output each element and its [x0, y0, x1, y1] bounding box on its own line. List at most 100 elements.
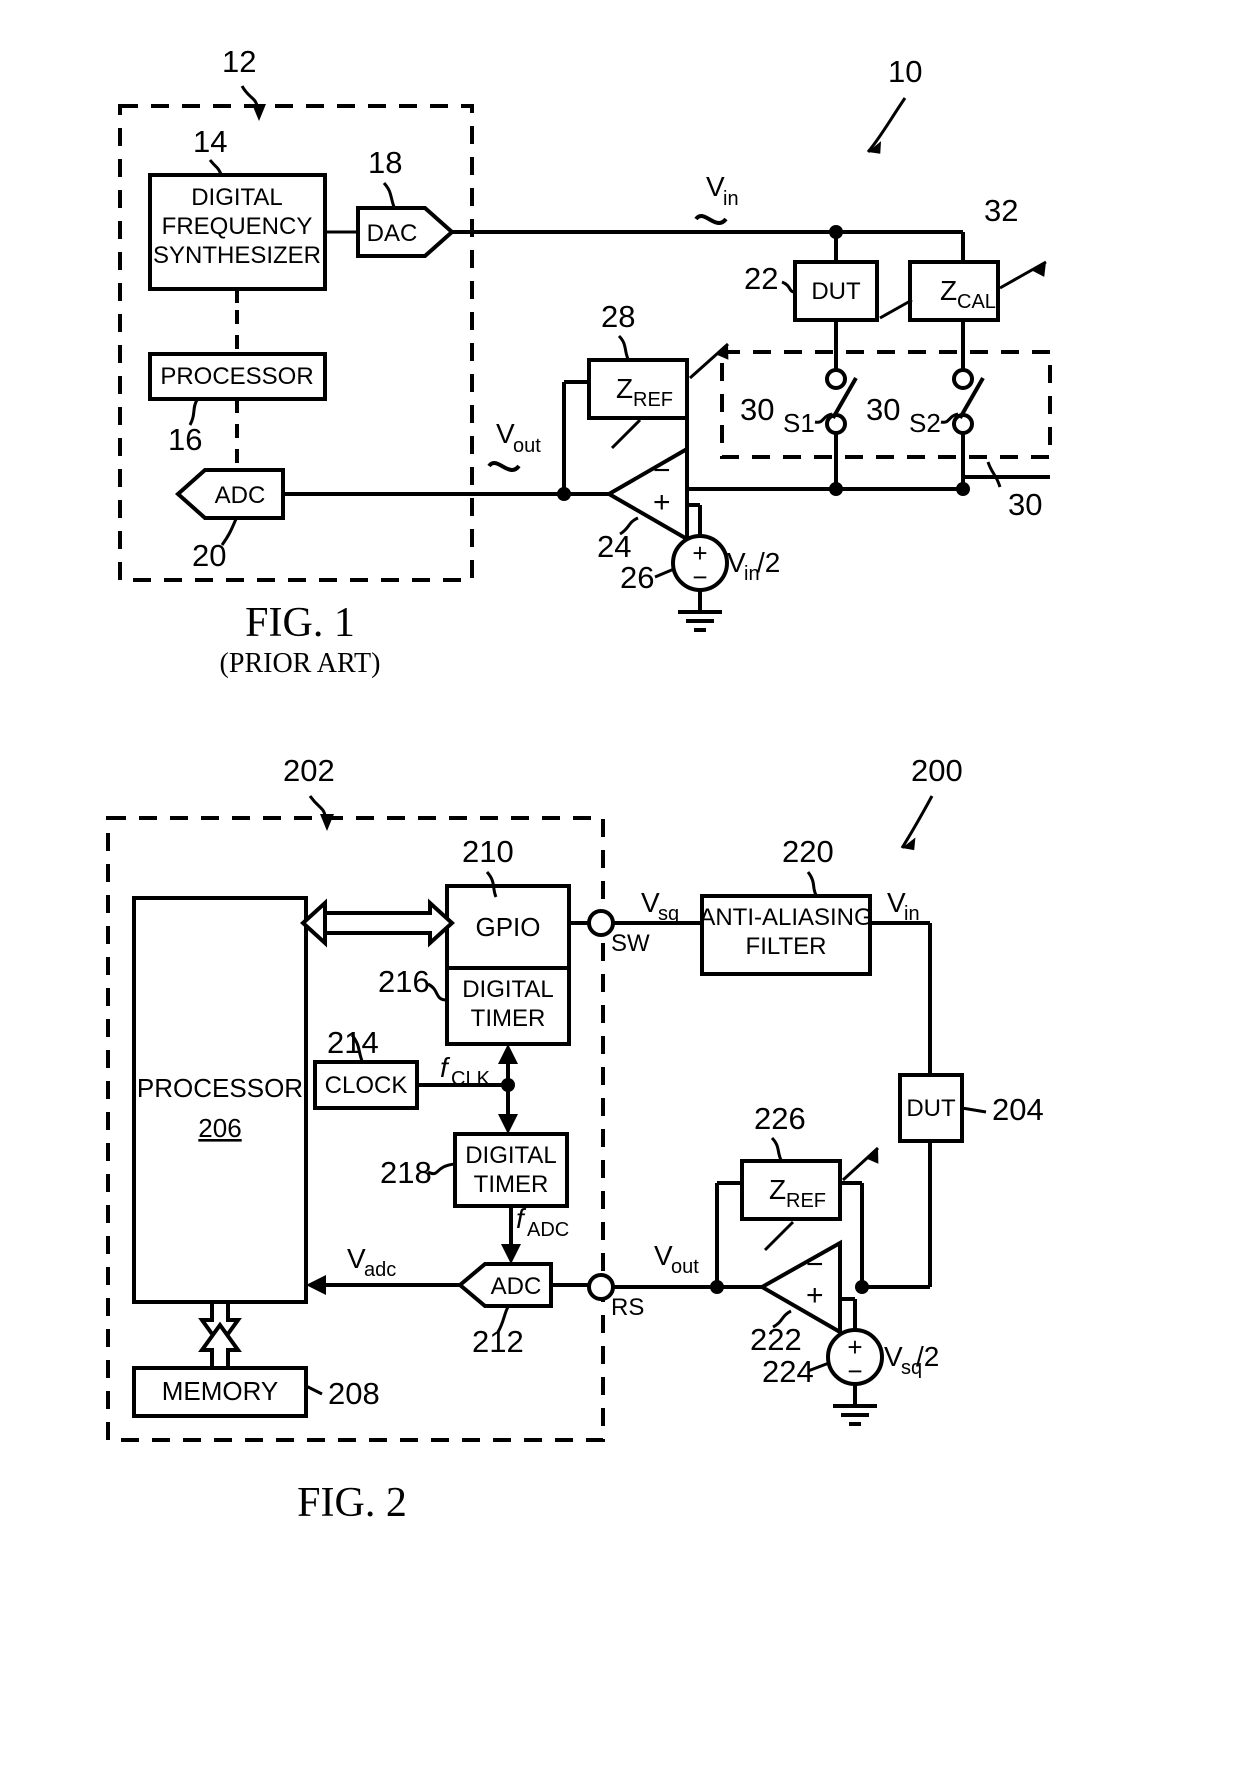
fig2-timer218-label-1: DIGITAL [465, 1142, 557, 1169]
fig1-zref-leader2 [610, 418, 642, 450]
fig1-source-suffix: /2 [757, 547, 780, 578]
fig2-opamp [757, 1239, 842, 1336]
fig1-s2-ref: 30 [866, 392, 900, 427]
fig1-source-minus: − [692, 562, 707, 592]
fig2-source-ref: 224 [762, 1354, 814, 1389]
fig2-proc-gpio-arrow-right [323, 898, 455, 948]
fig1-dut-ref: 22 [744, 261, 778, 296]
fig2-sw-terminal[interactable] [587, 909, 615, 937]
fig1-zcal-leader [879, 298, 913, 320]
fig2-fadc-arrowhead [501, 1244, 521, 1264]
fig2-zref-sub: REF [786, 1190, 826, 1212]
fig1-s1-bottom-terminal[interactable] [825, 413, 847, 435]
fig1-zref-label: Z [616, 373, 633, 404]
fig1-processor-ref: 16 [168, 422, 202, 457]
fig1-adc-leader [220, 518, 238, 546]
fig1-zcal-arrow-line [999, 260, 1047, 290]
fig2-processor-ref: 206 [198, 1113, 241, 1143]
fig1-s2-top-terminal[interactable] [952, 368, 974, 390]
fig1-node-bottom-1 [829, 482, 843, 496]
fig1-subcaption: (PRIOR ART) [220, 648, 381, 679]
fig2-system-leader [900, 795, 934, 849]
fig2-memory-label: MEMORY [162, 1376, 279, 1406]
fig1-switchbank-leader [986, 461, 1002, 488]
fig1-s1-top-terminal[interactable] [825, 368, 847, 390]
fig2-vout-sub: out [671, 1256, 699, 1278]
fig2-zref-label: Z [769, 1174, 786, 1205]
fig1-s2-bottom-terminal[interactable] [952, 413, 974, 435]
fig2-caption: FIG. 2 [297, 1480, 407, 1526]
fig1-node-bottom-2 [956, 482, 970, 496]
fig2-memory-leader [305, 1384, 323, 1396]
fig1-zcal-ref: 32 [984, 193, 1018, 228]
fig2-vadc-sub: adc [364, 1259, 396, 1281]
fig2-source-minus: − [847, 1356, 862, 1386]
fig1-dfs-label-3: SYNTHESIZER [153, 242, 321, 269]
fig1-zcal-arrowhead [1032, 262, 1046, 277]
fig2-timer216-label-2: TIMER [471, 1005, 546, 1032]
fig1-s2-label: S2 [909, 408, 941, 438]
fig2-rs-terminal[interactable] [587, 1273, 615, 1301]
fig1-zcal-label: Z [940, 275, 957, 306]
fig2-zref-leader2 [763, 1220, 795, 1252]
fig1-node-vout [557, 487, 571, 501]
fig2-timer216-leader [427, 982, 448, 1002]
fig2-zref-ref: 226 [754, 1101, 806, 1136]
fig2-rs-label: RS [611, 1294, 644, 1321]
fig1-switchbank-ref: 30 [1008, 487, 1042, 522]
fig1-zref-ref: 28 [601, 299, 635, 334]
fig2-fclk-arrowhead-down [498, 1114, 518, 1134]
fig2-system-ref: 200 [911, 753, 963, 788]
fig1-source-ref: 26 [620, 560, 654, 595]
fig1-enclosure-ref: 12 [222, 44, 256, 79]
fig2-vsq-sub: sq [658, 903, 679, 925]
fig1-opamp-plus: + [653, 486, 671, 519]
fig2-dut-leader [961, 1106, 987, 1114]
fig2-node-vout [710, 1280, 724, 1294]
fig1-dac-label: DAC [367, 220, 418, 247]
fig1-adc-label: ADC [215, 482, 266, 509]
fig2-timer218-label-2: TIMER [474, 1171, 549, 1198]
fig2-fclk-arrowhead-up [498, 1044, 518, 1064]
fig1-opamp [604, 445, 689, 543]
fig1-zref-sub: REF [633, 389, 673, 411]
fig2-clock-label: CLOCK [325, 1072, 408, 1099]
fig2-vadc-arrowhead [306, 1275, 326, 1295]
fig1-vin-sub: in [723, 188, 739, 210]
fig1-s1-label: S1 [783, 408, 815, 438]
fig2-zref-leader [770, 1136, 783, 1161]
fig2-clock-ref: 214 [327, 1025, 379, 1060]
fig2-timer218-leader [427, 1162, 456, 1176]
fig1-processor-label: PROCESSOR [160, 363, 313, 390]
fig2-enclosure-ref: 202 [283, 753, 335, 788]
fig2-gpio-label: GPIO [475, 912, 540, 942]
fig2-timer216-label-1: DIGITAL [462, 976, 554, 1003]
fig1-zref-leader [617, 334, 630, 360]
fig2-source-suffix: /2 [916, 1341, 939, 1372]
figure-1: 10 12 DIGITAL FREQUENCY SYNTHESIZER 14 D… [118, 44, 1052, 679]
fig2-memory-ref: 208 [328, 1376, 380, 1411]
fig1-s1-ref: 30 [740, 392, 774, 427]
fig2-dut-ref: 204 [992, 1092, 1044, 1127]
figure-2: 200 202 PROCESSOR 206 MEMORY 208 GPIO DI… [106, 753, 1044, 1526]
fig2-vin-sub: in [904, 903, 920, 925]
fig2-zref-arrowhead [865, 1148, 879, 1164]
fig1-vout-sub: out [513, 435, 541, 457]
fig2-fclk-sub: CLK [451, 1068, 491, 1090]
fig1-vin-tilde [694, 214, 728, 225]
fig1-dfs-label-1: DIGITAL [191, 184, 283, 211]
fig1-adc-ref: 20 [192, 538, 226, 573]
figures-svg: 10 12 DIGITAL FREQUENCY SYNTHESIZER 14 D… [106, 44, 1052, 1526]
fig1-dut-label: DUT [811, 278, 861, 305]
fig2-adc-label: ADC [491, 1273, 542, 1300]
fig2-fclk-label: f [440, 1052, 451, 1083]
fig1-zcal-sub: CAL [957, 291, 996, 313]
fig2-dut-label: DUT [906, 1095, 956, 1122]
fig2-timer218-ref: 218 [380, 1155, 432, 1190]
fig2-filter-ref: 220 [782, 834, 834, 869]
fig1-opamp-ref: 24 [597, 529, 631, 564]
fig2-opamp-ref: 222 [750, 1322, 802, 1357]
fig1-dfs-ref: 14 [193, 124, 227, 159]
fig1-dac-leader [382, 182, 396, 208]
fig1-dac-ref: 18 [368, 145, 402, 180]
